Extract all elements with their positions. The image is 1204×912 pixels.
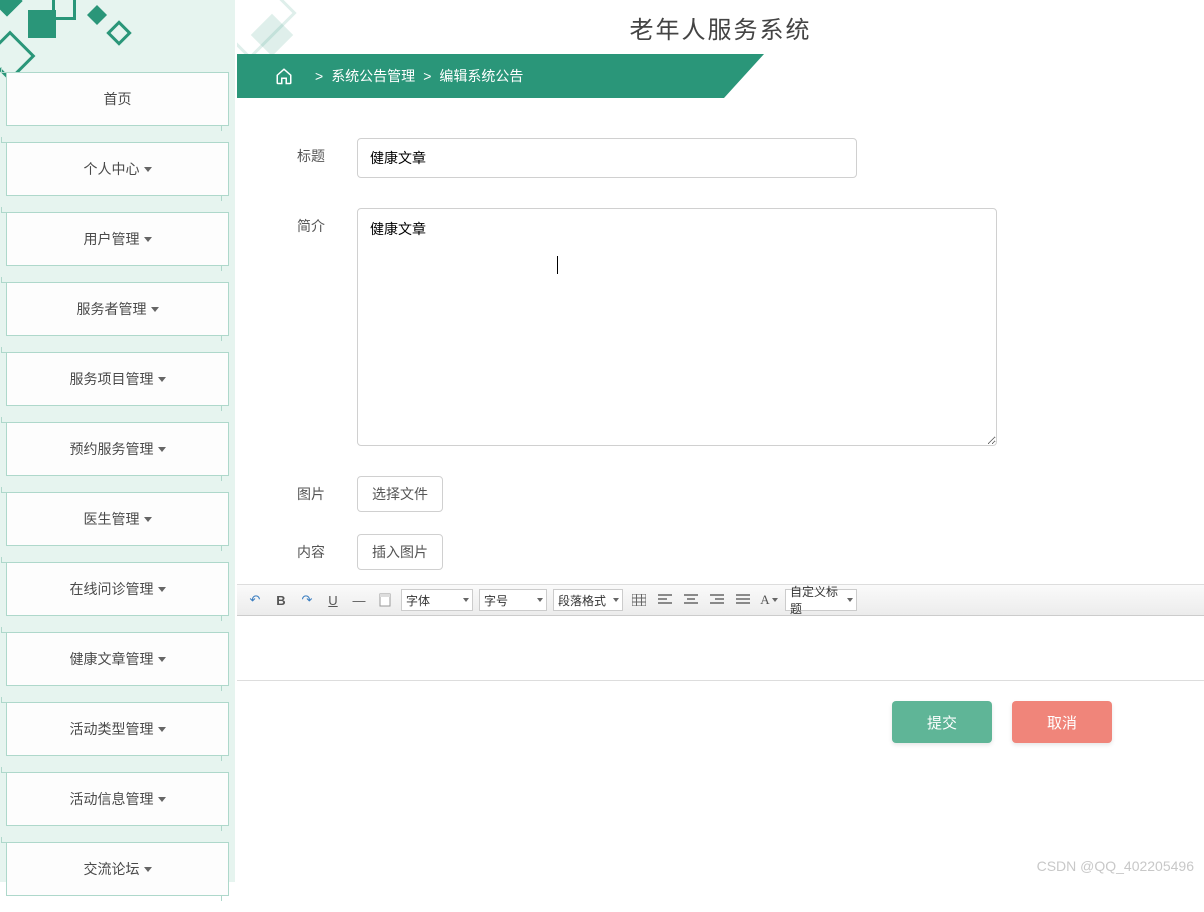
sidebar-item-label: 预约服务管理: [70, 439, 154, 459]
breadcrumb-sep: >: [315, 68, 323, 84]
align-right-icon[interactable]: [707, 590, 727, 610]
app-header: 老年人服务系统: [237, 0, 1204, 54]
align-center-icon[interactable]: [681, 590, 701, 610]
form: 标题 简介 图片 选择文件 内容 插入图片 ↶ B ↷ U — 字体 字号: [237, 98, 1204, 763]
image-label: 图片: [297, 476, 357, 504]
sidebar-item-label: 医生管理: [84, 509, 140, 529]
font-family-select[interactable]: 字体: [401, 589, 473, 611]
sidebar-item-label: 用户管理: [84, 229, 140, 249]
editor-content[interactable]: [237, 616, 1204, 680]
chevron-down-icon: [158, 377, 166, 382]
align-justify-icon[interactable]: [733, 590, 753, 610]
chevron-down-icon: [158, 447, 166, 452]
sidebar-item-1[interactable]: 个人中心: [6, 142, 229, 196]
chevron-down-icon: [144, 167, 152, 172]
underline-button[interactable]: U: [323, 590, 343, 610]
sidebar-item-label: 在线问诊管理: [70, 579, 154, 599]
sidebar-item-6[interactable]: 医生管理: [6, 492, 229, 546]
sidebar-item-3[interactable]: 服务者管理: [6, 282, 229, 336]
sidebar-item-4[interactable]: 服务项目管理: [6, 352, 229, 406]
chevron-down-icon: [144, 867, 152, 872]
form-actions: 提交 取消: [297, 681, 1144, 743]
font-color-button[interactable]: A: [759, 590, 779, 610]
chevron-down-icon: [158, 587, 166, 592]
sidebar-item-label: 首页: [104, 89, 132, 109]
sidebar-item-label: 活动信息管理: [70, 789, 154, 809]
breadcrumb-sep: >: [423, 68, 431, 84]
chevron-down-icon: [158, 657, 166, 662]
align-left-icon[interactable]: [655, 590, 675, 610]
sidebar-item-8[interactable]: 健康文章管理: [6, 632, 229, 686]
sidebar-item-label: 健康文章管理: [70, 649, 154, 669]
chevron-down-icon: [158, 727, 166, 732]
sidebar: 首页个人中心用户管理服务者管理服务项目管理预约服务管理医生管理在线问诊管理健康文…: [0, 0, 235, 882]
content-label: 内容: [297, 534, 357, 562]
submit-button[interactable]: 提交: [892, 701, 992, 743]
breadcrumb-item-1[interactable]: 系统公告管理: [331, 66, 415, 86]
redo-icon[interactable]: ↷: [297, 590, 317, 610]
bold-button[interactable]: B: [271, 590, 291, 610]
insert-image-button[interactable]: 插入图片: [357, 534, 443, 570]
custom-title-select[interactable]: 自定义标题: [785, 589, 857, 611]
editor-toolbar: ↶ B ↷ U — 字体 字号 段落格式 A 自定义标题: [237, 585, 1204, 616]
intro-label: 简介: [297, 208, 357, 236]
home-icon[interactable]: [275, 67, 293, 85]
sidebar-item-0[interactable]: 首页: [6, 72, 229, 126]
sidebar-item-7[interactable]: 在线问诊管理: [6, 562, 229, 616]
title-label: 标题: [297, 138, 357, 166]
undo-icon[interactable]: ↶: [245, 590, 265, 610]
header-decoration: [237, 0, 317, 54]
sidebar-item-label: 活动类型管理: [70, 719, 154, 739]
sidebar-item-10[interactable]: 活动信息管理: [6, 772, 229, 826]
page-icon[interactable]: [375, 590, 395, 610]
intro-textarea[interactable]: [357, 208, 997, 446]
watermark: CSDN @QQ_402205496: [1037, 858, 1194, 874]
breadcrumb-item-2: 编辑系统公告: [439, 66, 523, 86]
hr-button[interactable]: —: [349, 590, 369, 610]
cancel-button[interactable]: 取消: [1012, 701, 1112, 743]
chevron-down-icon: [144, 237, 152, 242]
app-title: 老年人服务系统: [630, 10, 812, 45]
table-icon[interactable]: [629, 590, 649, 610]
chevron-down-icon: [151, 307, 159, 312]
paragraph-select[interactable]: 段落格式: [553, 589, 623, 611]
main-area: 老年人服务系统 > 系统公告管理 > 编辑系统公告 标题 简介 图片 选择文件 …: [237, 0, 1204, 882]
chevron-down-icon: [158, 797, 166, 802]
chevron-down-icon: [144, 517, 152, 522]
sidebar-item-label: 服务项目管理: [70, 369, 154, 389]
sidebar-item-label: 个人中心: [84, 159, 140, 179]
breadcrumb: > 系统公告管理 > 编辑系统公告: [237, 54, 1204, 98]
rich-text-editor: ↶ B ↷ U — 字体 字号 段落格式 A 自定义标题: [237, 584, 1204, 681]
text-cursor-icon: [557, 256, 558, 274]
sidebar-item-label: 交流论坛: [84, 859, 140, 879]
choose-file-button[interactable]: 选择文件: [357, 476, 443, 512]
font-size-select[interactable]: 字号: [479, 589, 547, 611]
title-input[interactable]: [357, 138, 857, 178]
sidebar-item-2[interactable]: 用户管理: [6, 212, 229, 266]
sidebar-decoration: [0, 0, 235, 70]
sidebar-item-11[interactable]: 交流论坛: [6, 842, 229, 896]
sidebar-item-label: 服务者管理: [77, 299, 147, 319]
sidebar-item-9[interactable]: 活动类型管理: [6, 702, 229, 756]
sidebar-item-5[interactable]: 预约服务管理: [6, 422, 229, 476]
